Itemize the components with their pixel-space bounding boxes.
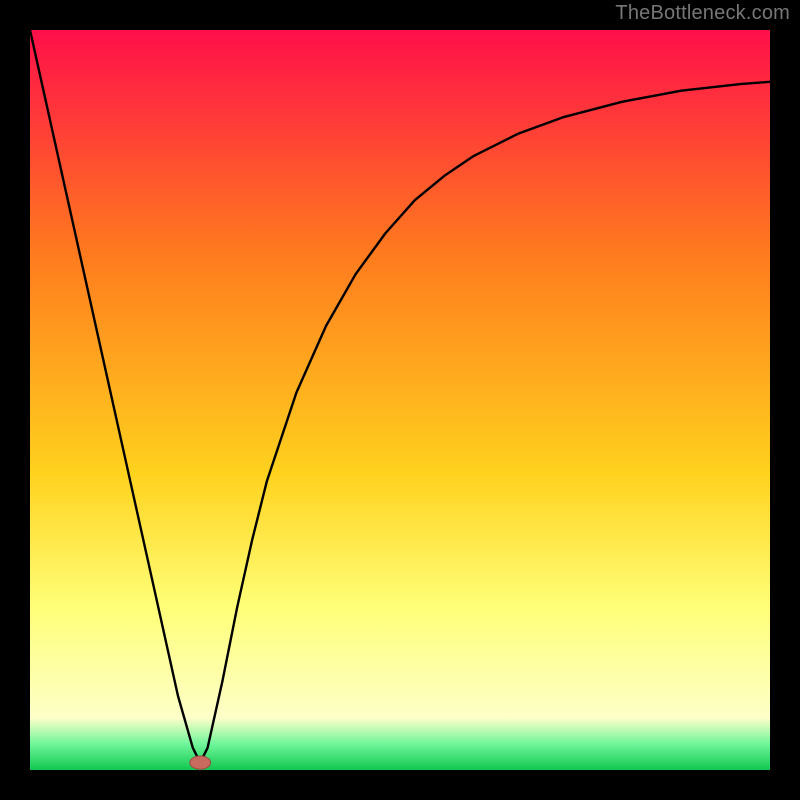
optimum-marker (190, 756, 211, 769)
chart-svg (30, 30, 770, 770)
gradient-background (30, 30, 770, 770)
plot-area (30, 30, 770, 770)
outer-frame: TheBottleneck.com (0, 0, 800, 800)
watermark-text: TheBottleneck.com (615, 2, 790, 25)
